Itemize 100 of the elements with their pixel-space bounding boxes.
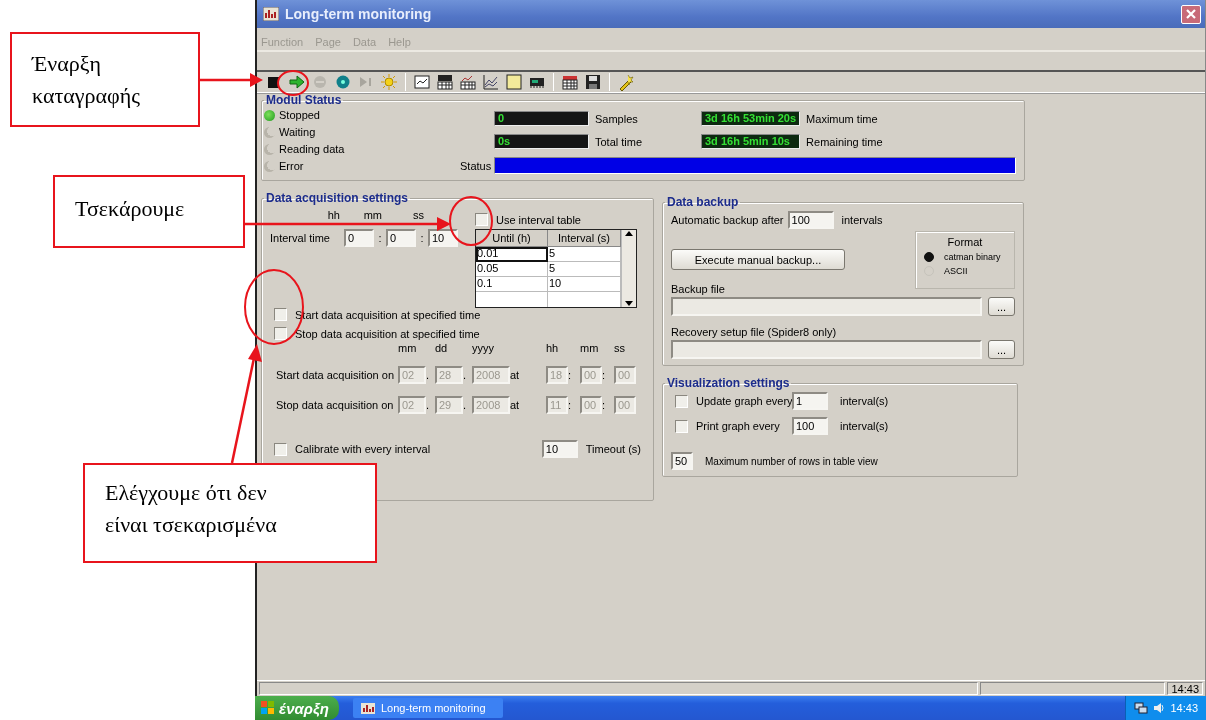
monitor-icon[interactable] [413,73,431,91]
unit-label: ss [614,342,626,354]
floppy-icon[interactable] [584,73,602,91]
checkbox[interactable] [274,308,287,321]
start-button[interactable]: έναρξη [255,696,339,720]
table-icon[interactable] [436,73,454,91]
separator-text: . [426,399,431,411]
separator-text: : [377,232,383,244]
counter-label: Total time [595,135,644,148]
text-field[interactable]: 100 [787,211,834,229]
checkbox[interactable] [475,213,488,226]
counter-display: 0 [494,111,589,126]
status-clock: 14:43 [1167,682,1203,695]
field-label: Stop data acquisition on [276,399,395,411]
separator-text: . [426,369,431,381]
browse-button[interactable]: ... [988,297,1015,316]
checkbox[interactable] [675,394,688,408]
window-title: Long-term monitoring [285,6,433,22]
circle-icon[interactable] [334,73,352,91]
checkbox-label: Calibrate with every interval [295,443,431,455]
text-field[interactable]: 0 [386,229,416,247]
line-chart-icon[interactable] [482,73,500,91]
page-icon[interactable] [505,73,523,91]
checkbox[interactable] [274,327,287,340]
radio-label: ASCII [944,266,968,276]
network-icon[interactable] [1134,701,1149,715]
group-title: Data backup [666,195,740,209]
table-header: Until (h) [476,230,548,247]
file-path-field[interactable] [671,340,982,359]
field-label: Automatic backup after [671,214,784,226]
file-path-field[interactable] [671,297,982,316]
unit-label: mm [398,342,418,354]
status-label: Reading data [279,143,345,155]
status-label: Waiting [279,126,316,138]
radio-label: catman binary [944,252,1001,262]
table-header: Interval (s) [548,230,621,247]
text-field[interactable]: 10 [428,229,458,247]
group-title: Data acquisition settings [265,191,410,205]
text-field[interactable]: 0 [344,229,374,247]
unit-label: interval(s) [840,395,889,407]
unit-label: intervals [841,214,883,226]
text-field[interactable]: 50 [671,452,693,470]
field-label: Interval time [270,232,331,244]
separator-text: : [568,369,573,381]
table-cell[interactable]: 0.01 [476,247,548,262]
radio-button[interactable] [924,252,934,262]
clock: 14:43 [1170,702,1198,714]
group-title: Format [946,236,984,248]
separator-text: : [568,399,573,411]
text-field[interactable]: 100 [792,417,828,435]
chart-icon [361,702,375,714]
field-label: Recovery setup file (Spider8 only) [671,326,838,338]
separator-text: : [602,369,607,381]
sun-icon[interactable] [380,73,398,91]
at-label: at [510,399,521,411]
browse-button[interactable]: ... [988,340,1015,359]
counter-display: 3d 16h 53min 20s [701,111,801,126]
highlight-circle [449,196,493,246]
group-title: Modul Status [265,93,343,107]
unit-label: interval(s) [840,420,889,432]
counter-label: Samples [595,112,639,125]
chart-icon [263,7,279,21]
flag-icon [261,701,275,715]
counter-display: 0s [494,134,589,149]
text-field[interactable]: 10 [541,440,578,458]
speaker-icon[interactable] [1152,701,1167,715]
status-label: Error [279,160,304,172]
unit-label: dd [435,342,449,354]
wand-icon[interactable] [617,73,635,91]
callout-text: Τσεκάρουμε [75,195,185,223]
checkbox-label: Stop data acquisition at specified time [295,327,480,340]
separator-text: : [419,232,425,244]
callout-text: Έναρξη καταγραφής [32,50,140,110]
caret-up-icon[interactable] [625,230,633,236]
separator-text: . [463,369,468,381]
unit-label: yyyy [472,342,495,354]
separator-text: . [463,399,468,411]
checkbox[interactable] [274,442,287,456]
highlight-circle [277,70,309,96]
unit-label: hh [326,209,340,221]
checkbox-label: Update graph every [696,395,792,407]
table-cell[interactable]: 0.05 [476,262,548,277]
checkbox-label: Use interval table [496,213,581,226]
arrow-right-icon[interactable] [288,73,306,91]
group-title: Visualization settings [666,376,791,390]
taskbar-button[interactable]: Long-term monitoring [353,698,503,718]
unit-label: hh [546,342,560,354]
counter-label: Maximum time [806,112,879,125]
table-icon[interactable] [561,73,579,91]
table-cell[interactable]: 0.1 [476,277,548,292]
separator-text: : [602,399,607,411]
text-field[interactable]: 1 [792,392,828,410]
field-label: Timeout (s) [585,443,641,455]
scrollbar[interactable] [621,230,636,307]
at-label: at [510,369,521,381]
caret-down-icon[interactable] [625,301,633,307]
bar-chart-icon[interactable] [459,73,477,91]
callout-text: Ελέγχουμε ότι δεν είναι τσεκαρισμένα [105,479,277,539]
checkbox[interactable] [675,419,688,433]
backup-button[interactable]: Execute manual backup... [671,249,845,270]
